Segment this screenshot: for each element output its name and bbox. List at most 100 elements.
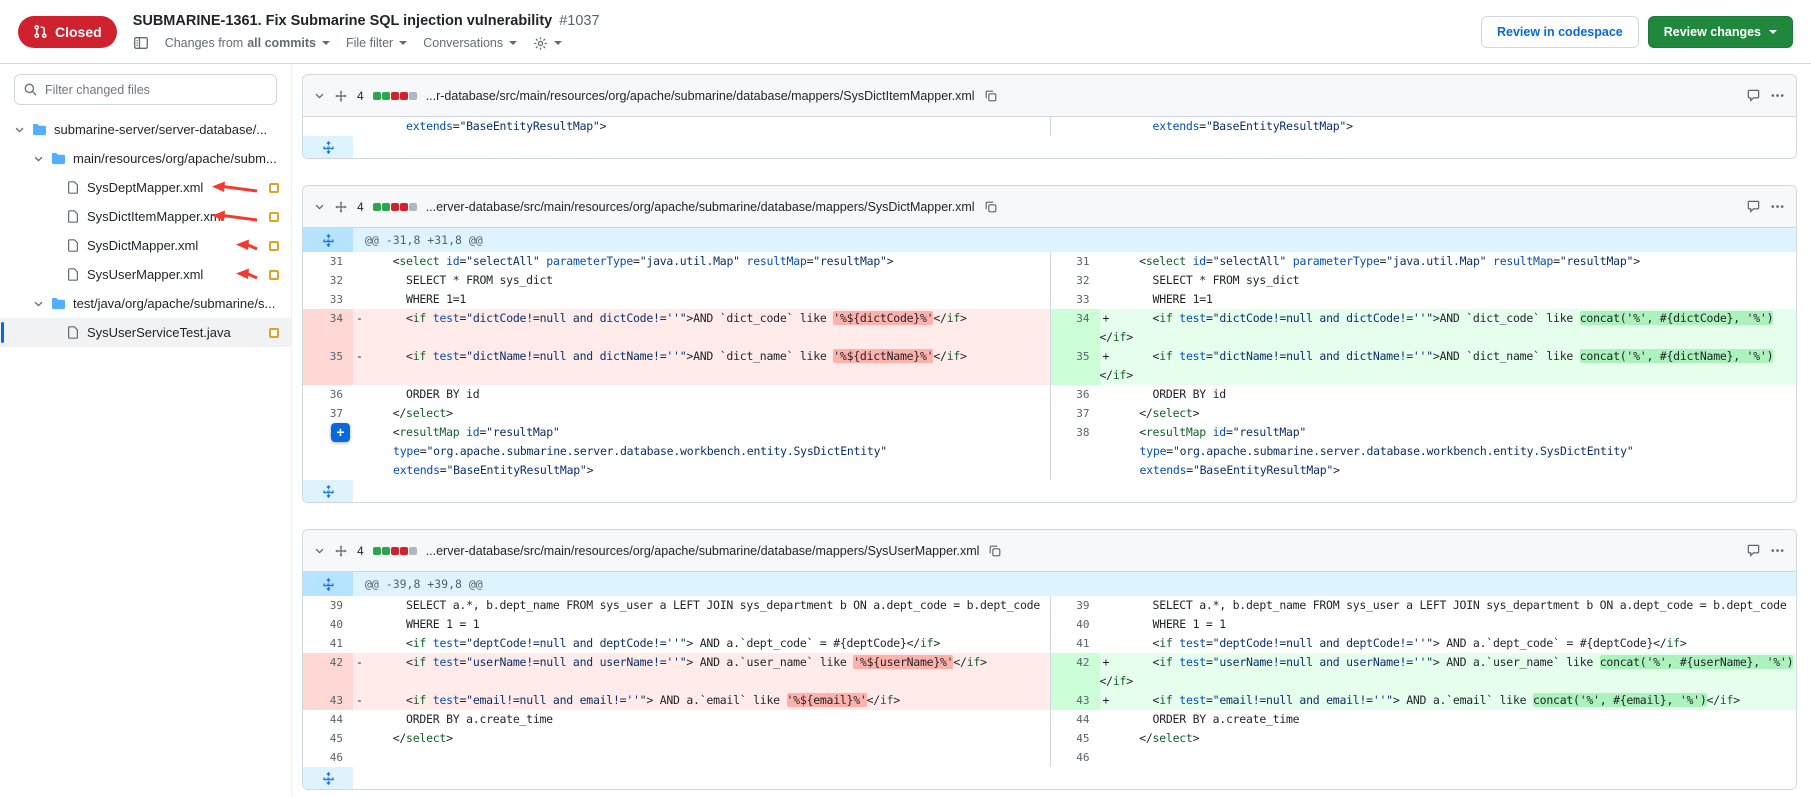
pr-title-block: SUBMARINE-1361. Fix Submarine SQL inject… bbox=[133, 12, 1465, 51]
line-number[interactable]: 42 bbox=[303, 653, 353, 691]
files-changed-view: submarine-server/server-database/...main… bbox=[0, 64, 1811, 797]
line-number[interactable]: 34 bbox=[303, 309, 353, 347]
line-number[interactable]: 43 bbox=[1050, 691, 1100, 710]
diff-stat-square bbox=[391, 92, 399, 100]
line-number[interactable]: 46 bbox=[303, 748, 353, 767]
diff-marker: - bbox=[353, 309, 366, 328]
line-number[interactable]: 45 bbox=[1050, 729, 1100, 748]
code-line: WHERE 1 = 1 bbox=[353, 615, 1050, 634]
code-line: WHERE 1=1 bbox=[1100, 290, 1797, 309]
line-number[interactable] bbox=[1050, 117, 1100, 136]
expand-diff-button[interactable] bbox=[303, 480, 353, 502]
line-number[interactable]: 32 bbox=[303, 271, 353, 290]
tree-file-item[interactable]: SysUserMapper.xml bbox=[0, 260, 291, 289]
file-tree-toggle-button[interactable] bbox=[133, 35, 149, 51]
file-header: 4 ...erver-database/src/main/resources/or… bbox=[303, 530, 1796, 572]
line-number[interactable]: 44 bbox=[1050, 710, 1100, 729]
file-comment-button[interactable] bbox=[1746, 199, 1761, 214]
code-line: SELECT * FROM sys_dict bbox=[353, 271, 1050, 290]
line-number[interactable]: 45 bbox=[303, 729, 353, 748]
code-line: WHERE 1=1 bbox=[353, 290, 1050, 309]
collapse-file-button[interactable] bbox=[314, 90, 325, 101]
file-filter-dropdown[interactable]: File filter bbox=[346, 36, 407, 50]
tree-folder-item[interactable]: main/resources/org/apache/subm... bbox=[0, 144, 291, 173]
tree-file-item[interactable]: SysDeptMapper.xml bbox=[0, 173, 291, 202]
diff-row: 41 <if test="deptCode!=null and deptCode… bbox=[303, 634, 1796, 653]
diff-marker: - bbox=[353, 653, 366, 672]
copy-path-button[interactable] bbox=[984, 89, 998, 103]
line-number[interactable]: 31 bbox=[303, 252, 353, 271]
line-number[interactable] bbox=[303, 117, 353, 136]
line-number[interactable]: 37 bbox=[303, 404, 353, 423]
tree-file-item[interactable]: SysDictMapper.xml bbox=[0, 231, 291, 260]
code-line: <select id="selectAll" parameterType="ja… bbox=[1100, 252, 1797, 271]
diff-stat-square bbox=[373, 92, 381, 100]
conversations-dropdown[interactable]: Conversations bbox=[423, 36, 517, 50]
drag-handle[interactable] bbox=[334, 89, 348, 103]
drag-handle[interactable] bbox=[334, 544, 348, 558]
chevron-down-icon bbox=[314, 90, 325, 101]
line-number[interactable]: 44 bbox=[303, 710, 353, 729]
code-line: - <if test="userName!=null and userName!… bbox=[353, 653, 1050, 691]
tree-folder-item[interactable]: submarine-server/server-database/... bbox=[0, 115, 291, 144]
file-comment-button[interactable] bbox=[1746, 88, 1761, 103]
collapse-file-button[interactable] bbox=[314, 545, 325, 556]
kebab-menu[interactable] bbox=[1770, 199, 1785, 214]
tree-file-item[interactable]: SysDictItemMapper.xml bbox=[0, 202, 291, 231]
line-number[interactable]: 38 bbox=[1050, 423, 1100, 480]
filter-changed-files-input[interactable] bbox=[14, 74, 277, 105]
line-number[interactable]: 39 bbox=[1050, 596, 1100, 615]
line-number[interactable]: 33 bbox=[1050, 290, 1100, 309]
drag-move-icon bbox=[334, 544, 348, 558]
diff-stat-square bbox=[391, 547, 399, 555]
diff-marker bbox=[353, 252, 366, 271]
line-number[interactable]: 36 bbox=[303, 385, 353, 404]
file-path[interactable]: ...erver-database/src/main/resources/org… bbox=[426, 544, 980, 558]
diff-stat-square bbox=[409, 92, 417, 100]
review-changes-button[interactable]: Review changes bbox=[1648, 16, 1793, 48]
tree-file-item[interactable]: SysUserServiceTest.java bbox=[0, 318, 291, 347]
expand-diff-button[interactable] bbox=[303, 767, 353, 789]
tree-folder-item[interactable]: test/java/org/apache/submarine/s... bbox=[0, 289, 291, 318]
code-line: ORDER BY a.create_time bbox=[353, 710, 1050, 729]
line-number[interactable]: 41 bbox=[303, 634, 353, 653]
expand-diff-button[interactable] bbox=[303, 136, 353, 158]
line-number[interactable]: 32 bbox=[1050, 271, 1100, 290]
file-comment-button[interactable] bbox=[1746, 543, 1761, 558]
kebab-menu[interactable] bbox=[1770, 88, 1785, 103]
drag-handle[interactable] bbox=[334, 200, 348, 214]
line-number[interactable]: 37 bbox=[1050, 404, 1100, 423]
line-number[interactable]: 31 bbox=[1050, 252, 1100, 271]
code-line: <resultMap id="resultMap" type="org.apac… bbox=[1100, 423, 1797, 480]
line-number[interactable]: 34 bbox=[1050, 309, 1100, 347]
copy-path-button[interactable] bbox=[988, 544, 1002, 558]
line-number[interactable]: 46 bbox=[1050, 748, 1100, 767]
diff-stat-squares bbox=[373, 203, 417, 211]
line-number[interactable]: 35 bbox=[1050, 347, 1100, 385]
copy-path-button[interactable] bbox=[984, 200, 998, 214]
line-number[interactable]: 33 bbox=[303, 290, 353, 309]
diff-row: 42- <if test="userName!=null and userNam… bbox=[303, 653, 1796, 691]
chevron-down-icon bbox=[14, 124, 25, 135]
diff-settings-button[interactable] bbox=[533, 36, 562, 51]
kebab-menu[interactable] bbox=[1770, 543, 1785, 558]
code-line: <if test="deptCode!=null and deptCode!='… bbox=[1100, 634, 1797, 653]
expand-hunk-button[interactable] bbox=[303, 228, 353, 252]
file-path[interactable]: ...r-database/src/main/resources/org/apa… bbox=[426, 89, 975, 103]
line-number[interactable]: 42 bbox=[1050, 653, 1100, 691]
file-path[interactable]: ...erver-database/src/main/resources/org… bbox=[426, 200, 975, 214]
line-number[interactable]: 39 bbox=[303, 596, 353, 615]
review-in-codespace-button[interactable]: Review in codespace bbox=[1481, 16, 1639, 48]
line-number[interactable]: 41 bbox=[1050, 634, 1100, 653]
line-number[interactable]: 40 bbox=[303, 615, 353, 634]
gear-icon bbox=[533, 36, 548, 51]
add-comment-button[interactable]: + bbox=[331, 423, 350, 442]
line-number[interactable]: 43 bbox=[303, 691, 353, 710]
line-number[interactable]: 35 bbox=[303, 347, 353, 385]
expand-hunk-button[interactable] bbox=[303, 572, 353, 596]
changes-from-dropdown[interactable]: Changes from all commits bbox=[165, 36, 330, 50]
line-number[interactable]: 36 bbox=[1050, 385, 1100, 404]
changed-lines-count: 4 bbox=[357, 544, 364, 558]
line-number[interactable]: 40 bbox=[1050, 615, 1100, 634]
collapse-file-button[interactable] bbox=[314, 201, 325, 212]
